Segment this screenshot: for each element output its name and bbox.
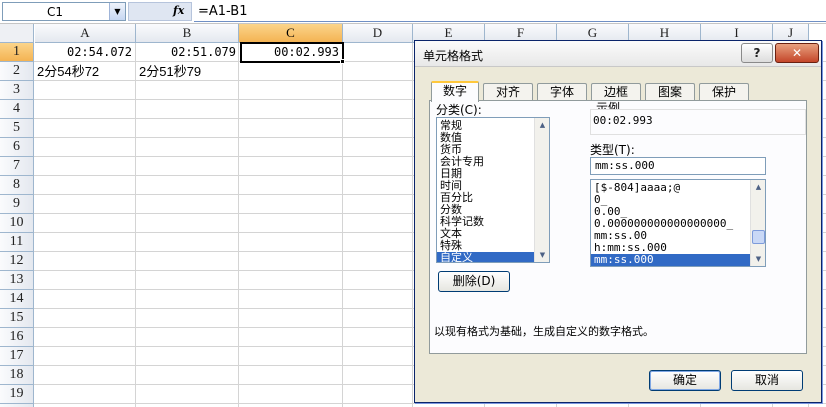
name-box-value: C1: [47, 5, 64, 19]
row-header-13[interactable]: 13: [0, 271, 34, 290]
row-header-3[interactable]: 3: [0, 81, 34, 100]
type-item[interactable]: [$-804]aaaa;@: [591, 182, 765, 194]
category-scrollbar[interactable]: ▲ ▼: [534, 118, 549, 262]
row-header-2[interactable]: 2: [0, 62, 34, 81]
column-header-d[interactable]: D: [343, 24, 413, 43]
row-header-10[interactable]: 10: [0, 214, 34, 233]
cell-b2[interactable]: 2分51秒79: [137, 62, 240, 81]
row-header-18[interactable]: 18: [0, 366, 34, 385]
scroll-down-icon[interactable]: ▼: [751, 252, 765, 266]
grid-column-line: [412, 43, 413, 407]
tab-alignment[interactable]: 对齐: [483, 83, 533, 101]
close-button[interactable]: ✕: [775, 43, 819, 63]
column-header-c[interactable]: C: [239, 24, 343, 43]
row-header-1[interactable]: 1: [0, 43, 34, 62]
row-header-19[interactable]: 19: [0, 385, 34, 404]
category-item[interactable]: 自定义: [437, 252, 549, 262]
row-header-7[interactable]: 7: [0, 157, 34, 176]
row-header-8[interactable]: 8: [0, 176, 34, 195]
scroll-up-icon[interactable]: ▲: [751, 180, 765, 194]
ok-button[interactable]: 确定: [649, 370, 721, 391]
type-list[interactable]: [$-804]aaaa;@ 0_ 0.00_ 0.000000000000000000…: [590, 179, 766, 267]
row-header-12[interactable]: 12: [0, 252, 34, 271]
row-header-17[interactable]: 17: [0, 347, 34, 366]
formula-input[interactable]: =A1-B1: [198, 4, 247, 19]
select-all-corner[interactable]: [0, 24, 34, 43]
grid-column-line: [342, 43, 343, 407]
number-tab-panel: 分类(C): 常规 数值 货币 会计专用 日期 时间 百分比 分数 科学记数 文本 特殊 自定义 ▲ …: [429, 100, 807, 354]
active-cell-border: [240, 42, 344, 63]
format-cells-dialog: 单元格格式 ? ✕ 数字 对齐 字体 边框 图案 保护 分类(C): 常规 数值货…: [414, 40, 822, 403]
grid-column-line: [135, 43, 136, 407]
dialog-title: 单元格格式: [423, 49, 484, 63]
fill-handle[interactable]: [340, 59, 345, 64]
type-input[interactable]: mm:ss.000: [590, 157, 766, 175]
tab-number[interactable]: 数字: [431, 81, 479, 102]
sample-preview: 00:02.993: [590, 109, 806, 135]
row-header-16[interactable]: 16: [0, 328, 34, 347]
scroll-down-icon[interactable]: ▼: [535, 248, 549, 262]
grid-column-line: [238, 43, 239, 407]
insert-function-icon[interactable]: fx: [173, 4, 184, 17]
column-header-a[interactable]: A: [35, 24, 136, 43]
type-scrollbar[interactable]: ▲ ▼: [750, 180, 765, 266]
excel-window: { "formula_bar": { "name_box": "C1", "fx…: [0, 0, 826, 407]
cell-a1[interactable]: 02:54.072: [35, 43, 136, 62]
dialog-titlebar[interactable]: 单元格格式 ? ✕: [415, 41, 821, 67]
type-label: 类型(T):: [590, 143, 635, 157]
row-header-6[interactable]: 6: [0, 138, 34, 157]
row-header-11[interactable]: 11: [0, 233, 34, 252]
name-box[interactable]: C1 ▼: [2, 2, 126, 21]
grid-row-line: [34, 403, 826, 404]
row-header-5[interactable]: 5: [0, 119, 34, 138]
scroll-thumb[interactable]: [752, 230, 765, 244]
scroll-up-icon[interactable]: ▲: [535, 118, 549, 132]
help-button[interactable]: ?: [741, 43, 773, 63]
cell-a2[interactable]: 2分54秒72: [35, 62, 136, 81]
category-label: 分类(C):: [436, 103, 482, 117]
delete-button[interactable]: 删除(D): [438, 271, 510, 292]
row-header-15[interactable]: 15: [0, 309, 34, 328]
row-header-14[interactable]: 14: [0, 290, 34, 309]
tab-protection[interactable]: 保护: [699, 83, 749, 101]
type-item[interactable]: mm:ss.000: [591, 254, 765, 266]
category-list[interactable]: 常规 数值 货币 会计专用 日期 时间 百分比 分数 科学记数 文本 特殊 自定义 ▲ ▼: [436, 117, 550, 263]
cell-b1[interactable]: 02:51.079: [137, 43, 240, 62]
insert-function-area: fx: [128, 2, 192, 21]
tab-patterns[interactable]: 图案: [645, 83, 695, 101]
column-header-b[interactable]: B: [136, 24, 239, 43]
formula-bar-divider: [194, 21, 826, 22]
formula-bar: C1 ▼ fx =A1-B1: [0, 0, 826, 24]
format-description: 以现有格式为基础，生成自定义的数字格式。: [434, 325, 654, 338]
cancel-button[interactable]: 取消: [731, 370, 803, 391]
tab-font[interactable]: 字体: [537, 83, 587, 101]
name-box-dropdown-icon[interactable]: ▼: [109, 3, 125, 20]
row-header-4[interactable]: 4: [0, 100, 34, 119]
row-header-9[interactable]: 9: [0, 195, 34, 214]
